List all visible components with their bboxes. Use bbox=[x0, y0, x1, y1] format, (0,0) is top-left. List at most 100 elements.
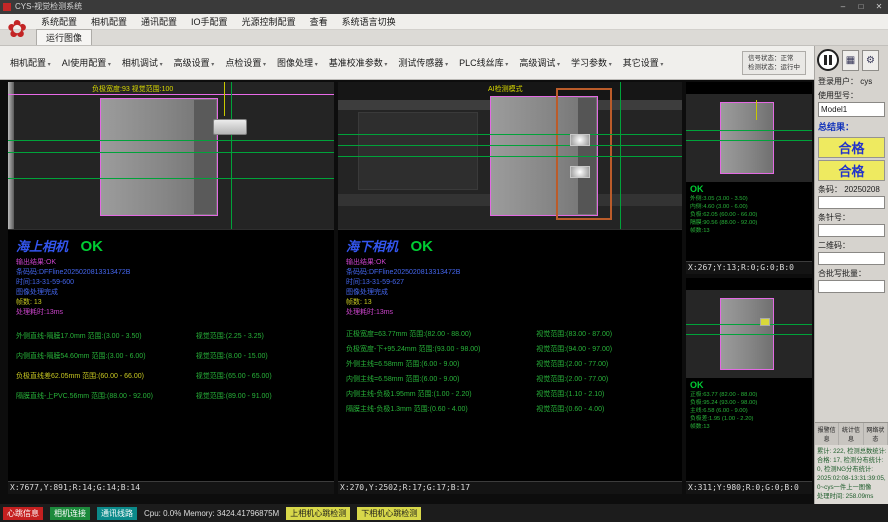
console-tab[interactable]: 统计信息 bbox=[839, 423, 863, 445]
minimize-button[interactable]: – bbox=[834, 0, 852, 14]
lower-camera-heartbeat: 下相机心跳检测 bbox=[357, 507, 421, 520]
console-log-line: 0~cys一件上一图像 bbox=[817, 483, 886, 492]
preview-measurement-line: 主线:6.58 (6.00 - 9.00) bbox=[690, 407, 808, 415]
barcode-input[interactable] bbox=[818, 196, 885, 209]
overlay-measurement-label: 负极宽度:93 视觉范围:100 bbox=[92, 84, 173, 94]
meta-line: 帧数: 13 bbox=[346, 298, 674, 308]
console-tab[interactable]: 报警信息 bbox=[815, 423, 839, 445]
signal-status-box: 信号状态：正常 检测状态：运行中 bbox=[742, 51, 806, 75]
measurement-name: 正极宽度=63.77mm 范围:(82.00 - 88.00) bbox=[346, 327, 536, 342]
pause-icon bbox=[824, 55, 832, 65]
preview-measurement-line: 负极:62.05 (60.00 - 66.00) bbox=[690, 211, 808, 219]
measurement-range: 视觉范围:(2.00 - 77.00) bbox=[536, 357, 674, 372]
preview-result-status: OK bbox=[686, 378, 812, 390]
console-log-line: 合格: 17, 检测分布统计: bbox=[817, 456, 886, 465]
inspected-part bbox=[720, 102, 774, 174]
pause-button[interactable] bbox=[817, 49, 839, 71]
measurement-row: 正极宽度=63.77mm 范围:(82.00 - 88.00) 视觉范围:(83… bbox=[346, 327, 674, 342]
gear-icon: ⚙ bbox=[866, 55, 875, 66]
menu-item[interactable]: 相机配置 bbox=[84, 15, 134, 28]
toolbar-item[interactable]: 图像处理 bbox=[272, 52, 323, 73]
measurement-name: 外侧主线=6.58mm 范围:(6.00 - 9.00) bbox=[346, 357, 536, 372]
pin-input[interactable] bbox=[818, 224, 885, 237]
meta-line: 条码码:DFFline2025020813313472B bbox=[346, 268, 674, 278]
menu-item[interactable]: IO手配置 bbox=[184, 15, 235, 28]
total-result-label: 总结果： bbox=[818, 120, 885, 133]
toolbar-item[interactable]: 其它设置 bbox=[618, 52, 669, 73]
menu-item[interactable]: 通讯配置 bbox=[134, 15, 184, 28]
toolbar-item[interactable]: 高级设置 bbox=[169, 52, 220, 73]
toolbar-item[interactable]: 高级调试 bbox=[514, 52, 565, 73]
barcode-value: 20250208 bbox=[844, 185, 880, 194]
upper-camera-heartbeat: 上相机心跳检测 bbox=[286, 507, 350, 520]
right-sidebar: ▦ ⚙ 登录用户： cys 使用型号： Model1 总结果： 合格 合格 条码… bbox=[814, 46, 888, 504]
total-result-value: 合格 bbox=[818, 160, 885, 181]
status-bar: 心跳信息 相机连接 通讯线路 Cpu: 0.0% Memory: 3424.41… bbox=[0, 504, 888, 522]
batch-input[interactable] bbox=[818, 280, 885, 293]
machine-block bbox=[358, 112, 478, 190]
pin-label: 条针号： bbox=[818, 212, 885, 223]
menu-item[interactable]: 系统配置 bbox=[34, 15, 84, 28]
preview-image-2[interactable] bbox=[686, 290, 812, 378]
measurement-row: 负极宽度-下+95.24mm 范围:(93.00 - 98.00) 视觉范围:(… bbox=[346, 342, 674, 357]
qr-input[interactable] bbox=[818, 252, 885, 265]
meta-line: 时间:13-31-59-627 bbox=[346, 278, 674, 288]
menu-item[interactable]: 系统语言切换 bbox=[335, 15, 403, 28]
pixel-coordinate-readout: X:270,Y:2502;R:17;G:17;B:17 bbox=[338, 481, 682, 494]
measurement-range: 视觉范围:(89.00 - 91.00) bbox=[196, 387, 326, 407]
console-tab[interactable]: 网络状态 bbox=[864, 423, 888, 445]
toolbar: 相机配置 AI使用配置 相机调试 高级设置 点检设置 图像处理 基准校准参数 测… bbox=[0, 46, 814, 80]
image-tool-button[interactable]: ▦ bbox=[842, 50, 859, 71]
main-window: CYS-视觉检测系统 – □ ✕ ✿ 系统配置 相机配置 通讯配置 IO手配置 … bbox=[0, 0, 888, 522]
preview-image-1[interactable] bbox=[686, 94, 812, 182]
measurement-range: 视觉范围:(94.00 - 97.00) bbox=[536, 342, 674, 357]
meta-line: 处理耗时:13ms bbox=[346, 308, 674, 318]
close-button[interactable]: ✕ bbox=[870, 0, 888, 14]
measurement-range: 视觉范围:(2.25 - 3.25) bbox=[196, 327, 326, 347]
camera-image-bottom[interactable]: AI检测模式 bbox=[338, 82, 682, 230]
result-block-bottom: 海下相机 OK 输出结果:OK 条码码:DFFline2025020813313… bbox=[338, 230, 682, 417]
maximize-button[interactable]: □ bbox=[852, 0, 870, 14]
toolbar-item[interactable]: PLC线丝库 bbox=[454, 52, 513, 73]
overlay-line-green bbox=[8, 152, 334, 153]
measurement-range: 视觉范围:(65.00 - 65.00) bbox=[196, 367, 326, 387]
toolbar-item[interactable]: 学习参数 bbox=[566, 52, 617, 73]
toolbar-item[interactable]: AI使用配置 bbox=[57, 52, 116, 73]
preview-measurement-line: 负极:95.24 (93.00 - 98.00) bbox=[690, 399, 808, 407]
menu-item[interactable]: 查看 bbox=[303, 15, 335, 28]
tab-run-image[interactable]: 运行图像 bbox=[36, 29, 92, 45]
camera-link-badge: 相机连接 bbox=[50, 507, 90, 520]
overlay-line-pink bbox=[8, 94, 334, 95]
meta-line: 帧数: 13 bbox=[16, 298, 326, 308]
toolbar-item[interactable]: 测试传感器 bbox=[393, 52, 453, 73]
preview-measurement-line: 帧数:13 bbox=[690, 423, 808, 431]
result-block-top: 海上相机 OK 输出结果:OK 条码码:DFFline2025020813313… bbox=[8, 230, 334, 407]
overlay-line-green bbox=[686, 140, 812, 141]
console-log: 累计: 222, 检测总数统计: 合格: 17, 检测分布统计: 0, 检测NG… bbox=[815, 445, 888, 504]
meta-line: 时间:13-31-59-600 bbox=[16, 278, 326, 288]
measurement-rows: 外侧直线-隔膜17.0mm 范围:(3.00 - 3.50) 视觉范围:(2.2… bbox=[16, 327, 326, 407]
preview-measurement-line: 帧数:13 bbox=[690, 227, 808, 235]
measurement-row: 外侧直线-隔膜17.0mm 范围:(3.00 - 3.50) 视觉范围:(2.2… bbox=[16, 327, 326, 347]
measurement-name: 负极宽度-下+95.24mm 范围:(93.00 - 98.00) bbox=[346, 342, 536, 357]
camera-image-top[interactable]: 负极宽度:93 视觉范围:100 bbox=[8, 82, 334, 230]
toolbar-item[interactable]: 点检设置 bbox=[220, 52, 271, 73]
barcode-label: 条码： bbox=[818, 185, 842, 194]
measurement-row: 负极直线差62.05mm 范围:(60.00 - 66.00) 视觉范围:(65… bbox=[16, 367, 326, 387]
toolbar-item[interactable]: 相机调试 bbox=[117, 52, 168, 73]
toolbar-item[interactable]: 相机配置 bbox=[5, 52, 56, 73]
title-bar: CYS-视觉检测系统 – □ ✕ bbox=[0, 0, 888, 14]
toolbar-items: 相机配置 AI使用配置 相机调试 高级设置 点检设置 图像处理 基准校准参数 测… bbox=[5, 52, 669, 73]
toolbar-item[interactable]: 基准校准参数 bbox=[324, 52, 393, 73]
camera-panel-top: 负极宽度:93 视觉范围:100 海上相机 OK 输出结果:OK 条码码:DFF… bbox=[8, 82, 334, 494]
measurement-name: 外侧直线-隔膜17.0mm 范围:(3.00 - 3.50) bbox=[16, 327, 196, 347]
preview-lines: 外侧:3.05 (3.00 - 3.50) 内侧:4.60 (3.00 - 6.… bbox=[686, 194, 812, 236]
console-area: 报警信息 统计信息 网络状态 累计: 222, 检测总数统计: 合格: 17, … bbox=[815, 422, 888, 504]
camera-title: 海下相机 bbox=[346, 239, 398, 254]
settings-tool-button[interactable]: ⚙ bbox=[862, 50, 879, 71]
console-log-line: 累计: 222, 检测总数统计: bbox=[817, 447, 886, 456]
menu-item[interactable]: 光源控制配置 bbox=[235, 15, 303, 28]
overlay-line-yellow bbox=[224, 82, 225, 116]
total-result-boxes: 合格 合格 bbox=[815, 135, 888, 183]
model-value-box[interactable]: Model1 bbox=[818, 102, 885, 117]
